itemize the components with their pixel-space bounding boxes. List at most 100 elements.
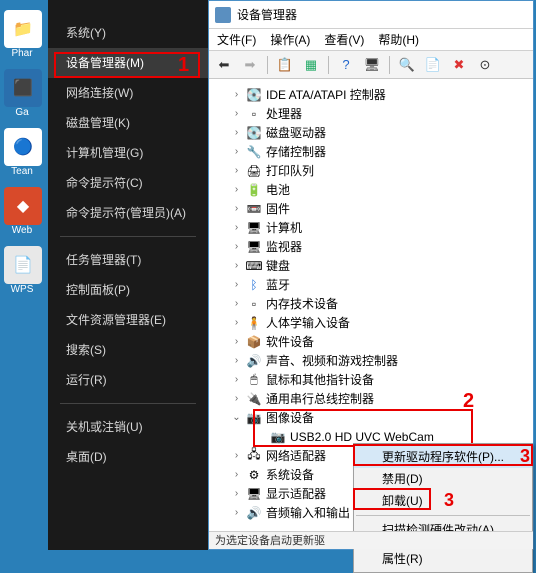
device-category-icon: 📼 [246, 202, 262, 216]
expand-icon[interactable]: › [231, 450, 242, 461]
toolbar-btn[interactable]: 🖥 [361, 54, 383, 76]
window-title: 设备管理器 [237, 6, 297, 23]
winx-menu-item[interactable]: 命令提示符(管理员)(A) [48, 198, 208, 228]
expand-icon[interactable]: ⌄ [231, 412, 242, 423]
winx-menu-item[interactable]: 磁盘管理(K) [48, 108, 208, 138]
expand-icon[interactable]: › [231, 203, 242, 214]
desktop-icon-strip: 📁 Phar ⬛ Ga 🔵 Tean ◆ Web 📄 WPS [0, 0, 48, 550]
device-tree-node[interactable]: ⌄📷图像设备 [209, 408, 533, 427]
device-label: 系统设备 [266, 466, 314, 483]
expand-icon[interactable]: › [231, 279, 242, 290]
desktop-icon[interactable]: 📄 [4, 246, 42, 284]
winx-menu-item[interactable]: 运行(R) [48, 365, 208, 395]
device-tree-node[interactable]: ›🧍人体学输入设备 [209, 313, 533, 332]
device-category-icon: ▫ [246, 297, 262, 311]
expand-icon[interactable]: › [231, 507, 242, 518]
winx-menu-item[interactable]: 系统(Y) [48, 18, 208, 48]
winx-menu-item[interactable]: 任务管理器(T) [48, 245, 208, 275]
device-tree-node[interactable]: ›▫内存技术设备 [209, 294, 533, 313]
context-menu-item[interactable]: 卸载(U) [354, 490, 532, 512]
titlebar[interactable]: 设备管理器 [209, 1, 533, 29]
context-menu-item[interactable]: 属性(R) [354, 548, 532, 570]
device-label: 显示适配器 [266, 485, 326, 502]
expand-icon[interactable]: › [231, 469, 242, 480]
device-category-icon: 💽 [246, 126, 262, 140]
winx-menu-item[interactable]: 网络连接(W) [48, 78, 208, 108]
device-label: 打印队列 [266, 162, 314, 179]
expand-icon[interactable]: › [231, 241, 242, 252]
menu-action[interactable]: 操作(A) [270, 31, 310, 48]
device-tree-node[interactable]: › ▫ 处理器 [209, 104, 533, 123]
device-category-icon: 🔊 [246, 354, 262, 368]
winx-menu-item[interactable]: 命令提示符(C) [48, 168, 208, 198]
app-icon [215, 7, 231, 23]
device-tree-node[interactable]: › 💽 磁盘驱动器 [209, 123, 533, 142]
device-label: 蓝牙 [266, 276, 290, 293]
device-tree-node[interactable]: ›🖥计算机 [209, 218, 533, 237]
device-category-icon: 🔋 [246, 183, 262, 197]
menu-file[interactable]: 文件(F) [217, 31, 256, 48]
device-tree-node[interactable]: ›🔧存储控制器 [209, 142, 533, 161]
expand-icon[interactable]: › [231, 222, 242, 233]
device-tree-node[interactable]: ›📦软件设备 [209, 332, 533, 351]
toolbar-btn[interactable]: ⊙ [474, 54, 496, 76]
context-menu-item[interactable]: 禁用(D) [354, 468, 532, 490]
uninstall-button[interactable]: ✖ [448, 54, 470, 76]
device-label: 存储控制器 [266, 143, 326, 160]
device-tree-node[interactable]: ›🖱鼠标和其他指针设备 [209, 370, 533, 389]
context-menu-item[interactable]: 更新驱动程序软件(P)... [354, 446, 532, 468]
desktop-icon-label: Phar [0, 48, 44, 59]
device-tree-node[interactable]: ›📼固件 [209, 199, 533, 218]
device-tree-node[interactable]: ›⌨键盘 [209, 256, 533, 275]
device-tree-node[interactable]: ›🔌通用串行总线控制器 [209, 389, 533, 408]
winx-menu-item[interactable]: 桌面(D) [48, 442, 208, 472]
back-button[interactable]: ⬅ [213, 54, 235, 76]
device-label: 图像设备 [266, 409, 314, 426]
winx-menu-item[interactable]: 关机或注销(U) [48, 412, 208, 442]
device-tree-node[interactable]: ›💽IDE ATA/ATAPI 控制器 [209, 85, 533, 104]
device-tree-node[interactable]: ›🔊声音、视频和游戏控制器 [209, 351, 533, 370]
expand-icon[interactable]: › [231, 184, 242, 195]
expand-icon[interactable]: › [231, 298, 242, 309]
winx-menu-item[interactable]: 搜索(S) [48, 335, 208, 365]
expand-icon[interactable]: › [231, 393, 242, 404]
expand-icon[interactable]: › [231, 127, 242, 138]
expand-icon[interactable]: › [231, 108, 242, 119]
expand-icon[interactable]: › [231, 488, 242, 499]
winx-menu-item[interactable]: 设备管理器(M) [48, 48, 208, 78]
winx-menu-item[interactable]: 文件资源管理器(E) [48, 305, 208, 335]
winx-menu: 系统(Y)设备管理器(M)网络连接(W)磁盘管理(K)计算机管理(G)命令提示符… [48, 0, 208, 550]
expand-icon[interactable]: › [231, 89, 242, 100]
expand-icon[interactable]: › [231, 355, 242, 366]
desktop-icon[interactable]: 🔵 [4, 128, 42, 166]
device-tree-node[interactable]: ›🖨打印队列 [209, 161, 533, 180]
help-button[interactable]: ? [335, 54, 357, 76]
expand-icon[interactable]: › [231, 336, 242, 347]
device-category-icon: ▫ [246, 107, 262, 121]
winx-menu-item[interactable]: 控制面板(P) [48, 275, 208, 305]
forward-button[interactable]: ➡ [239, 54, 261, 76]
device-label: 处理器 [266, 105, 302, 122]
desktop-icon[interactable]: ⬛ [4, 69, 42, 107]
device-tree-node[interactable]: ›🔋电池 [209, 180, 533, 199]
device-manager-window: 设备管理器 文件(F) 操作(A) 查看(V) 帮助(H) ⬅ ➡ 📋 ▦ ? … [208, 0, 534, 550]
expand-icon[interactable]: › [231, 374, 242, 385]
desktop-icon-label: Tean [0, 166, 44, 177]
device-label: 磁盘驱动器 [266, 124, 326, 141]
device-tree-node[interactable]: › ᛒ 蓝牙 [209, 275, 533, 294]
menu-view[interactable]: 查看(V) [324, 31, 364, 48]
winx-menu-item[interactable]: 计算机管理(G) [48, 138, 208, 168]
desktop-icon[interactable]: 📁 [4, 10, 42, 48]
toolbar-btn[interactable]: 📋 [274, 54, 296, 76]
device-tree-node[interactable]: ›🖥监视器 [209, 237, 533, 256]
expand-icon[interactable]: › [231, 317, 242, 328]
toolbar-btn[interactable]: 📄 [422, 54, 444, 76]
expand-icon[interactable]: › [231, 146, 242, 157]
toolbar-btn[interactable]: ▦ [300, 54, 322, 76]
expand-icon[interactable]: › [231, 165, 242, 176]
scan-button[interactable]: 🔍 [396, 54, 418, 76]
desktop-icon[interactable]: ◆ [4, 187, 42, 225]
device-category-icon: ᛒ [246, 278, 262, 292]
expand-icon[interactable]: › [231, 260, 242, 271]
menu-help[interactable]: 帮助(H) [378, 31, 419, 48]
